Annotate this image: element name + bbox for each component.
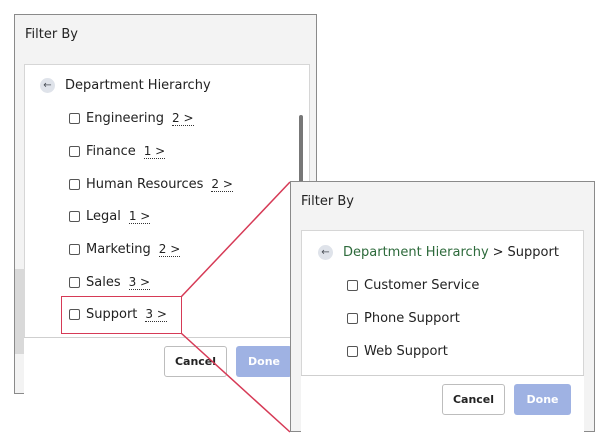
item-label: Web Support bbox=[364, 344, 448, 359]
list-item-engineering[interactable]: Engineering 2 > bbox=[69, 111, 194, 126]
list-item-human-resources[interactable]: Human Resources 2 > bbox=[69, 177, 233, 192]
checkbox[interactable] bbox=[69, 244, 80, 255]
checkbox[interactable] bbox=[69, 146, 80, 157]
item-label: Marketing bbox=[86, 242, 151, 257]
list-item-phone-support[interactable]: Phone Support bbox=[347, 311, 460, 326]
child-count-link[interactable]: 1 > bbox=[128, 210, 151, 224]
checkbox[interactable] bbox=[69, 113, 80, 124]
cancel-button[interactable]: Cancel bbox=[442, 384, 505, 415]
checkbox[interactable] bbox=[69, 179, 80, 190]
highlight-box bbox=[61, 296, 182, 334]
child-count-link[interactable]: 2 > bbox=[211, 178, 233, 192]
breadcrumb: ← Department Hierarchy bbox=[40, 78, 211, 93]
checkbox[interactable] bbox=[347, 313, 358, 324]
breadcrumb: ← Department Hierarchy > Support bbox=[318, 245, 559, 260]
list-item-legal[interactable]: Legal 1 > bbox=[69, 209, 151, 224]
list-item-web-support[interactable]: Web Support bbox=[347, 344, 448, 359]
item-label: Phone Support bbox=[364, 311, 460, 326]
item-label: Engineering bbox=[86, 111, 164, 126]
checkbox[interactable] bbox=[347, 280, 358, 291]
child-count-link[interactable]: 2 > bbox=[172, 112, 194, 126]
checkbox[interactable] bbox=[347, 346, 358, 357]
done-button[interactable]: Done bbox=[236, 346, 292, 377]
item-label: Human Resources bbox=[86, 177, 204, 192]
cancel-button[interactable]: Cancel bbox=[164, 346, 227, 377]
child-count-link[interactable]: 1 > bbox=[143, 145, 166, 159]
done-button[interactable]: Done bbox=[514, 384, 571, 415]
filter-panel-back: Filter By ← Department Hierarchy Enginee… bbox=[14, 14, 317, 395]
list-item-finance[interactable]: Finance 1 > bbox=[69, 144, 166, 159]
item-label: Customer Service bbox=[364, 278, 480, 293]
list-item-marketing[interactable]: Marketing 2 > bbox=[69, 242, 181, 257]
child-count-link[interactable]: 3 > bbox=[128, 276, 151, 290]
breadcrumb-current: Support bbox=[507, 245, 559, 260]
list-item-sales[interactable]: Sales 3 > bbox=[69, 275, 151, 290]
item-label: Sales bbox=[86, 275, 121, 290]
back-arrow-icon[interactable]: ← bbox=[40, 78, 55, 93]
filter-panel-front: Filter By ← Department Hierarchy > Suppo… bbox=[290, 181, 595, 433]
breadcrumb-label: Department Hierarchy bbox=[65, 78, 211, 93]
checkbox[interactable] bbox=[69, 211, 80, 222]
back-arrow-icon[interactable]: ← bbox=[318, 245, 333, 260]
list-item-customer-service[interactable]: Customer Service bbox=[347, 278, 479, 293]
panel-title: Filter By bbox=[25, 27, 78, 42]
panel-title: Filter By bbox=[301, 194, 354, 209]
breadcrumb-parent-link[interactable]: Department Hierarchy bbox=[343, 245, 489, 260]
breadcrumb-separator: > bbox=[492, 245, 504, 260]
child-count-link[interactable]: 2 > bbox=[158, 243, 181, 257]
item-label: Finance bbox=[86, 144, 136, 159]
checkbox[interactable] bbox=[69, 277, 80, 288]
item-label: Legal bbox=[86, 209, 121, 224]
